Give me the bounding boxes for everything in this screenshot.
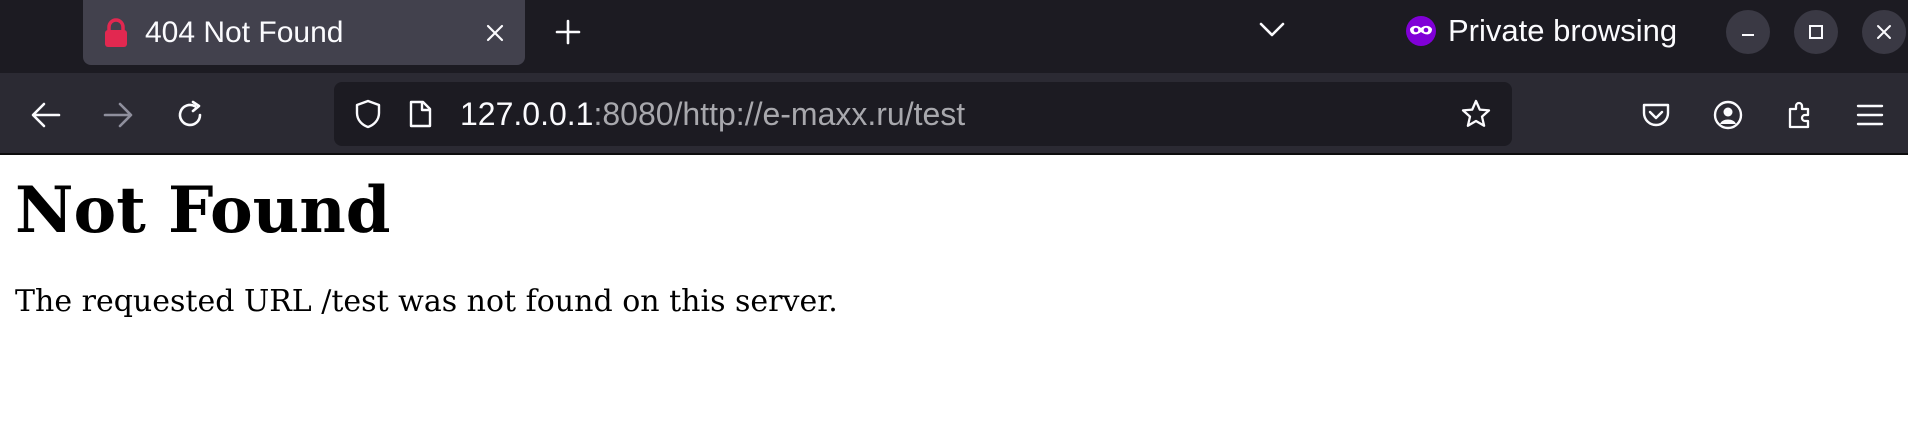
puzzle-icon: [1788, 101, 1810, 129]
address-bar[interactable]: 127.0.0.1:8080/http://e-maxx.ru/test: [334, 82, 1512, 146]
private-mask-icon: [1406, 16, 1436, 46]
page-title: Not Found: [15, 173, 391, 248]
bookmark-star-icon[interactable]: [1454, 92, 1498, 136]
back-arrow-icon: [31, 102, 61, 128]
minimize-icon: [1742, 34, 1754, 36]
url-path: :8080/http://e-maxx.ru/test: [593, 95, 966, 132]
reload-button[interactable]: [168, 93, 212, 137]
tab-strip: 404 Not Found Private browsing: [0, 0, 1908, 73]
url-host: 127.0.0.1: [460, 95, 594, 132]
application-menu-button[interactable]: [1848, 93, 1892, 137]
tab-404-not-found[interactable]: 404 Not Found: [83, 0, 525, 65]
error-message: The requested URL /test was not found on…: [15, 284, 838, 320]
maximize-icon: [1809, 25, 1823, 39]
plus-icon: [555, 19, 581, 45]
minimize-button[interactable]: [1726, 10, 1770, 54]
hamburger-menu-icon: [1856, 104, 1884, 126]
account-icon: [1713, 100, 1743, 130]
reload-icon: [178, 100, 202, 127]
pocket-button[interactable]: [1634, 93, 1678, 137]
extensions-button[interactable]: [1778, 93, 1822, 137]
maximize-button[interactable]: [1794, 10, 1838, 54]
close-icon[interactable]: [477, 15, 513, 51]
page-info-icon[interactable]: [400, 94, 440, 134]
tab-title: 404 Not Found: [145, 15, 344, 49]
back-button[interactable]: [24, 93, 68, 137]
private-browsing-indicator: Private browsing: [1406, 8, 1677, 54]
account-button[interactable]: [1706, 93, 1750, 137]
lock-icon: [103, 17, 129, 48]
list-all-tabs-button[interactable]: [1252, 10, 1292, 50]
private-browsing-label: Private browsing: [1448, 13, 1678, 48]
close-icon: [1877, 25, 1891, 39]
forward-button[interactable]: [96, 93, 140, 137]
new-tab-button[interactable]: [545, 12, 591, 52]
page-content: Not Found The requested URL /test was no…: [0, 169, 1908, 319]
url-text[interactable]: 127.0.0.1:8080/http://e-maxx.ru/test: [460, 96, 1454, 133]
forward-arrow-icon: [103, 102, 133, 128]
navigation-toolbar: 127.0.0.1:8080/http://e-maxx.ru/test: [0, 73, 1908, 155]
pocket-icon: [1642, 103, 1670, 127]
window-close-button[interactable]: [1862, 10, 1906, 54]
chevron-down-icon: [1259, 22, 1285, 37]
tracking-protection-shield-icon[interactable]: [348, 94, 388, 134]
